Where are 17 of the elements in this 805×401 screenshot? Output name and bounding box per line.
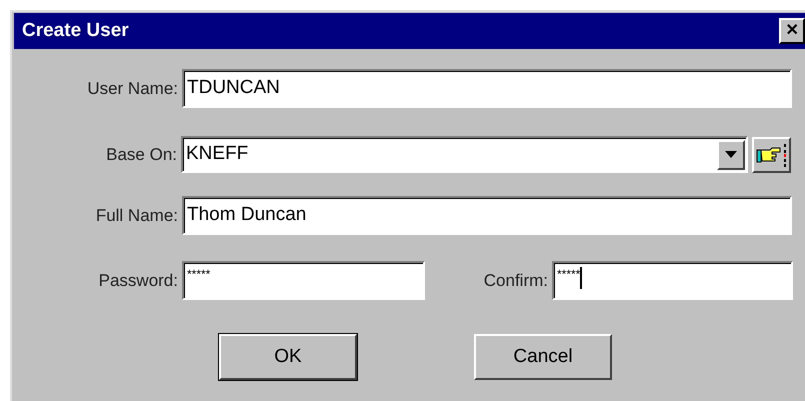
user-name-field[interactable]: TDUNCAN [182,69,792,108]
close-button[interactable]: ✕ [779,18,805,44]
text-cursor [580,267,582,289]
field-label: Confirm: [482,270,549,292]
confirm-field[interactable]: ***** [552,261,793,300]
base-on-dropdown[interactable]: KNEFF [181,136,748,173]
field-label: Password: [98,270,179,292]
field-label: Full Name: [94,204,179,227]
dialog-button[interactable]: Cancel [474,334,612,380]
pointing-hand-icon [756,142,788,168]
password-field[interactable]: ***** [182,261,425,300]
field-label: Base On: [105,144,178,166]
window-title: Create User [22,18,129,43]
pointing-hand-button[interactable] [752,136,791,172]
field-label: User Name: [86,78,179,100]
full-name-field[interactable]: Thom Duncan [182,196,792,235]
dialog-button[interactable]: OK [219,334,357,380]
